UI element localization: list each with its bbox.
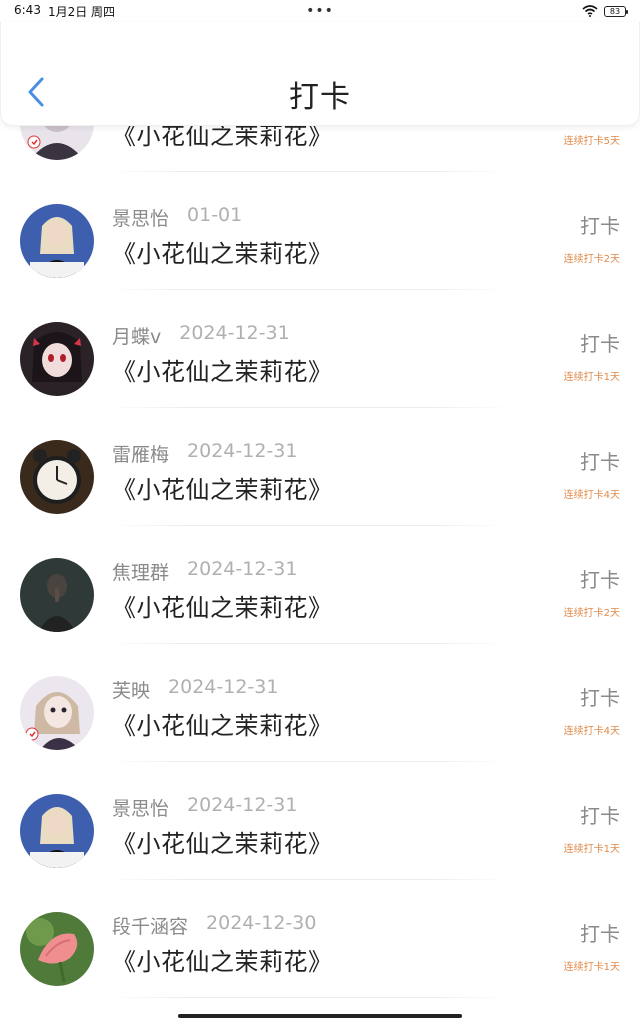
book-title: 《小花仙之茉莉花》	[112, 240, 333, 268]
nav-header: 打卡	[0, 22, 640, 126]
avatar[interactable]	[20, 322, 94, 396]
streak-label: 连续打卡4天	[563, 726, 620, 737]
book-title: 《小花仙之茉莉花》	[112, 830, 333, 858]
record-meta: 景思怡 2024-12-31	[112, 794, 297, 821]
checkin-button[interactable]: 打卡	[580, 446, 620, 475]
user-name: 段千涵容	[112, 916, 189, 938]
streak-label: 连续打卡1天	[563, 844, 620, 855]
checkin-button[interactable]: 打卡	[580, 210, 620, 239]
wifi-icon	[582, 5, 598, 17]
list-item[interactable]: 焦理群 2024-12-31 《小花仙之茉莉花》 打卡 连续打卡2天	[0, 526, 640, 644]
record-meta: 芙映 2024-12-31	[112, 676, 278, 703]
battery-icon: 83	[604, 5, 628, 17]
avatar[interactable]	[20, 912, 94, 986]
user-name: 月蝶v	[112, 326, 162, 348]
book-title: 《小花仙之茉莉花》	[112, 712, 333, 740]
checkin-screen: 《小花仙之茉莉花》 连续打卡5天 景思怡 01-01 《小花仙之茉莉花》 打卡 …	[0, 0, 640, 1024]
record-meta: 段千涵容 2024-12-30	[112, 912, 316, 939]
user-name: 景思怡	[112, 798, 170, 820]
status-time: 6:43	[14, 2, 41, 17]
checkin-button[interactable]: 打卡	[580, 918, 620, 947]
checkin-date: 01-01	[187, 204, 243, 226]
page-title: 打卡	[289, 80, 351, 115]
streak-label: 连续打卡5天	[563, 136, 620, 147]
checkin-button[interactable]: 打卡	[580, 800, 620, 829]
streak-label: 连续打卡2天	[563, 254, 620, 265]
record-meta: 雷雁梅 2024-12-31	[112, 440, 297, 467]
streak-label: 连续打卡1天	[563, 372, 620, 383]
record-meta: 景思怡 01-01	[112, 204, 242, 231]
checkin-date: 2024-12-30	[206, 912, 317, 934]
record-meta: 月蝶v 2024-12-31	[112, 322, 290, 349]
list-item[interactable]: 景思怡 01-01 《小花仙之茉莉花》 打卡 连续打卡2天	[0, 172, 640, 290]
list-item[interactable]: 景思怡 2024-12-31 《小花仙之茉莉花》 打卡 连续打卡1天	[0, 762, 640, 880]
status-bar: 6:43 1月2日 周四 ••• 83	[0, 0, 640, 22]
checkin-button[interactable]: 打卡	[580, 328, 620, 357]
checkin-button[interactable]: 打卡	[580, 564, 620, 593]
user-name: 景思怡	[112, 208, 170, 230]
avatar[interactable]	[20, 440, 94, 514]
avatar[interactable]	[20, 558, 94, 632]
checkin-button[interactable]: 打卡	[580, 682, 620, 711]
divider	[108, 997, 510, 998]
status-date: 1月2日 周四	[47, 4, 116, 19]
checkin-date: 2024-12-31	[168, 676, 279, 698]
list-item[interactable]: 段千涵容 2024-12-30 《小花仙之茉莉花》 打卡 连续打卡1天	[0, 880, 640, 998]
record-meta: 焦理群 2024-12-31	[112, 558, 297, 585]
list-item[interactable]: 雷雁梅 2024-12-31 《小花仙之茉莉花》 打卡 连续打卡4天	[0, 408, 640, 526]
streak-label: 连续打卡2天	[563, 608, 620, 619]
checkin-date: 2024-12-31	[187, 558, 298, 580]
book-title: 《小花仙之茉莉花》	[112, 476, 333, 504]
streak-label: 连续打卡4天	[563, 490, 620, 501]
user-name: 芙映	[112, 680, 151, 702]
avatar[interactable]	[20, 794, 94, 868]
streak-label: 连续打卡1天	[563, 962, 620, 973]
book-title: 《小花仙之茉莉花》	[112, 594, 333, 622]
list-item[interactable]: 芙映 2024-12-31 《小花仙之茉莉花》 打卡 连续打卡4天	[0, 644, 640, 762]
book-title: 《小花仙之茉莉花》	[112, 948, 333, 976]
checkin-date: 2024-12-31	[187, 794, 298, 816]
list-item[interactable]: 月蝶v 2024-12-31 《小花仙之茉莉花》 打卡 连续打卡1天	[0, 290, 640, 408]
more-dots-icon: •••	[306, 3, 334, 19]
user-name: 焦理群	[112, 562, 170, 584]
checkin-date: 2024-12-31	[187, 440, 298, 462]
checkin-date: 2024-12-31	[179, 322, 290, 344]
avatar[interactable]	[20, 676, 94, 750]
book-title: 《小花仙之茉莉花》	[112, 358, 333, 386]
avatar[interactable]	[20, 204, 94, 278]
user-name: 雷雁梅	[112, 444, 170, 466]
home-indicator[interactable]	[178, 1014, 462, 1018]
